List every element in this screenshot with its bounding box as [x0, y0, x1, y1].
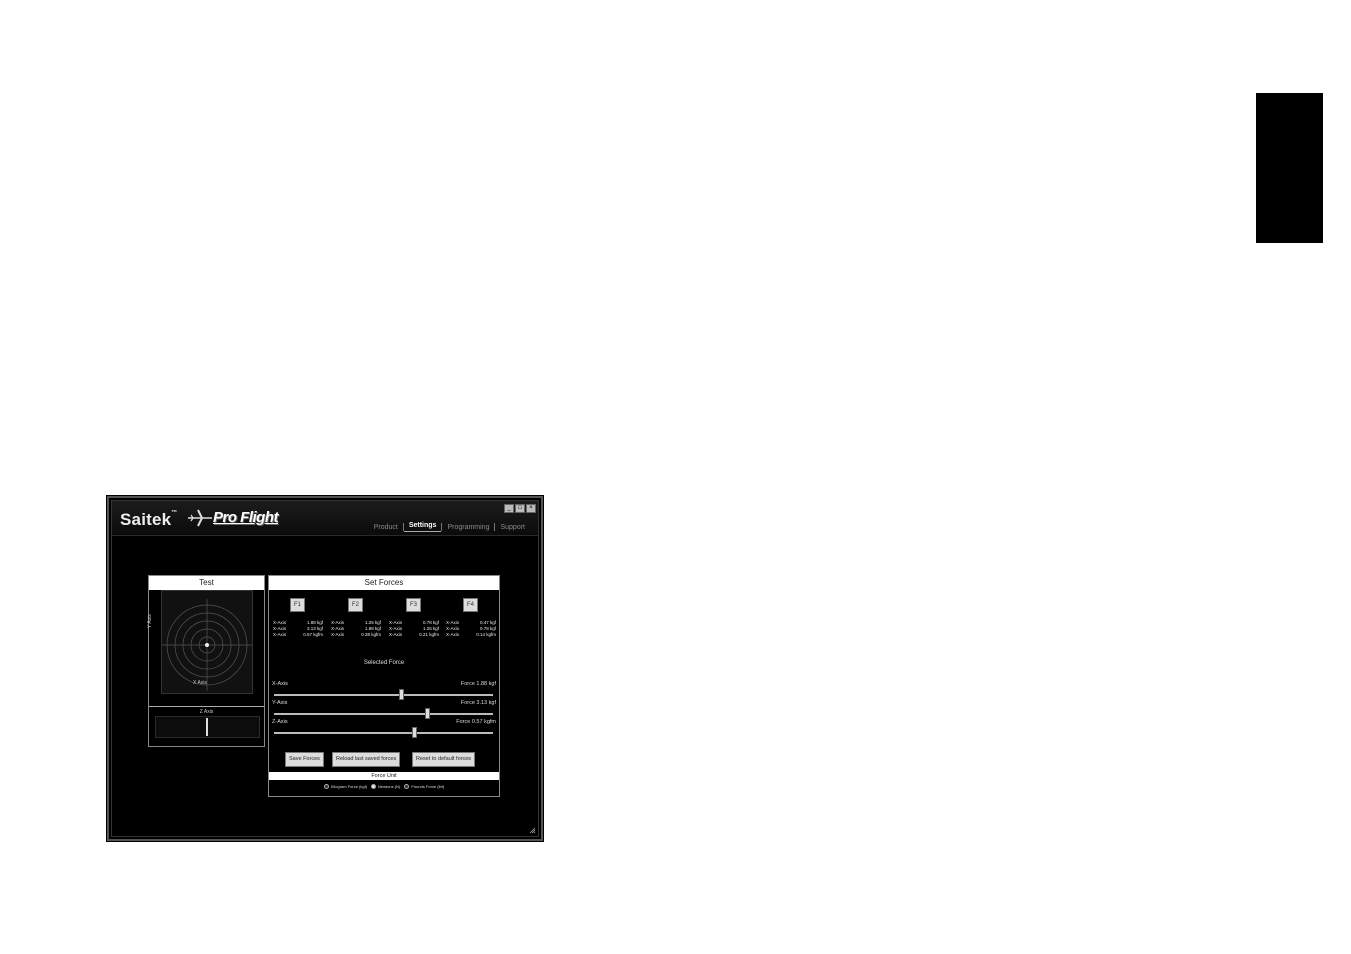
x-axis-force-slider[interactable]	[274, 689, 493, 700]
set-forces-panel: Set Forces F1 F2 F3 F4 X-Axis 1.88 kgf X-…	[268, 575, 500, 797]
main-nav: Product Settings Programming Support	[369, 522, 530, 532]
unit-kgf-radio[interactable]: Kilogram Force (kgf)	[323, 784, 368, 789]
axis-name: X-Axis	[389, 632, 403, 637]
z-axis-label: Z Axis	[199, 709, 214, 715]
y-axis-label: Y Axis	[147, 614, 153, 628]
unit-lbf-label: Pounds Force (lbf)	[411, 784, 445, 789]
z-axis-marker	[206, 718, 208, 736]
unit-newtons-label: Newtons (N)	[378, 784, 401, 789]
saitek-logo-text: Saitek	[120, 510, 172, 529]
radio-dot[interactable]	[371, 784, 377, 789]
tab-settings[interactable]: Settings	[403, 522, 442, 532]
radio-dot[interactable]	[323, 784, 329, 789]
force-value: 0.38 kgfm	[361, 632, 381, 637]
plane-icon	[188, 509, 212, 527]
preset-f1-button[interactable]: F1	[290, 598, 305, 612]
x-axis-slider-label: X-Axis	[272, 681, 288, 687]
preset-f1-values: X-Axis 1.88 kgf X-Axis 3.13 kgf X-Axis 0.57…	[273, 620, 323, 638]
selected-force-label: Selected Force	[363, 660, 405, 666]
minimize-button[interactable]: _	[504, 504, 514, 513]
tab-support[interactable]: Support	[495, 524, 530, 531]
preset-f4-values: X-Axis 0.47 kgf X-Axis 0.78 kgf X-Axis 0.14…	[446, 620, 496, 638]
maximize-button[interactable]: □	[515, 504, 525, 513]
preset-f3-values: X-Axis 0.78 kgf X-Axis 1.25 kgf X-Axis 0.21…	[389, 620, 439, 638]
chapter-tab	[1256, 93, 1323, 243]
z-axis-bar	[155, 716, 260, 738]
preset-f2-values: X-Axis 1.25 kgf X-Axis 1.88 kgf X-Axis 0.38…	[331, 620, 381, 638]
set-forces-title: Set Forces	[269, 576, 499, 590]
unit-newtons-radio[interactable]: Newtons (N)	[371, 784, 400, 789]
slider-thumb[interactable]	[424, 708, 430, 719]
tab-programming[interactable]: Programming	[442, 524, 494, 531]
test-panel-title: Test	[149, 576, 264, 590]
resize-grip-icon[interactable]	[528, 826, 536, 834]
x-axis-force-value: Force 1.88 kgf	[460, 681, 496, 687]
unit-lbf-radio[interactable]: Pounds Force (lbf)	[404, 784, 444, 789]
z-axis-force-value: Force 0.57 kgfm	[456, 719, 496, 725]
window-controls: _ □ ×	[504, 504, 536, 513]
save-forces-button[interactable]: Save Forces	[285, 752, 324, 767]
slider-thumb[interactable]	[398, 689, 404, 700]
force-unit-options: Kilogram Force (kgf) Newtons (N) Pounds …	[269, 784, 499, 789]
xy-axis-display	[161, 590, 253, 694]
z-axis-divider	[149, 706, 264, 707]
slider-thumb[interactable]	[411, 727, 417, 738]
radio-dot[interactable]	[404, 784, 410, 789]
tab-product[interactable]: Product	[369, 524, 403, 531]
x-axis-label: X Axis	[193, 680, 207, 686]
y-axis-force-slider[interactable]	[274, 708, 493, 719]
force-value: 0.57 kgfm	[303, 632, 323, 637]
force-value: 0.14 kgfm	[476, 632, 496, 637]
close-button[interactable]: ×	[526, 504, 536, 513]
title-bar: Saitek™ Pro Flight _ □ × Product Setting…	[112, 501, 538, 536]
preset-f2-button[interactable]: F2	[348, 598, 363, 612]
axis-name: X-Axis	[446, 632, 460, 637]
unit-kgf-label: Kilogram Force (kgf)	[330, 784, 368, 789]
window-body: Saitek™ Pro Flight _ □ × Product Setting…	[111, 500, 539, 837]
pro-flight-logo: Pro Flight	[213, 509, 279, 526]
preset-f4-button[interactable]: F4	[463, 598, 478, 612]
force-unit-title: Force Unit	[269, 772, 499, 780]
y-axis-slider-label: Y-Axis	[272, 700, 288, 706]
test-panel: Test Y Axis X Axis Z Axis	[147, 575, 265, 747]
preset-f3-button[interactable]: F3	[406, 598, 421, 612]
saitek-logo: Saitek™	[120, 510, 178, 530]
axis-name: X-Axis	[331, 632, 345, 637]
reset-forces-button[interactable]: Reset to default forces	[412, 752, 476, 767]
trademark-mark: ™	[171, 510, 178, 516]
force-value: 0.21 kgfm	[419, 632, 439, 637]
y-axis-force-value: Force 3.13 kgf	[460, 700, 496, 706]
z-axis-force-slider[interactable]	[274, 727, 493, 738]
reload-forces-button[interactable]: Reload last saved forces	[332, 752, 401, 767]
app-window: Saitek™ Pro Flight _ □ × Product Setting…	[106, 495, 544, 842]
axis-name: X-Axis	[273, 632, 287, 637]
crosshair-target-icon	[162, 599, 252, 691]
z-axis-slider-label: Z-Axis	[272, 719, 288, 725]
